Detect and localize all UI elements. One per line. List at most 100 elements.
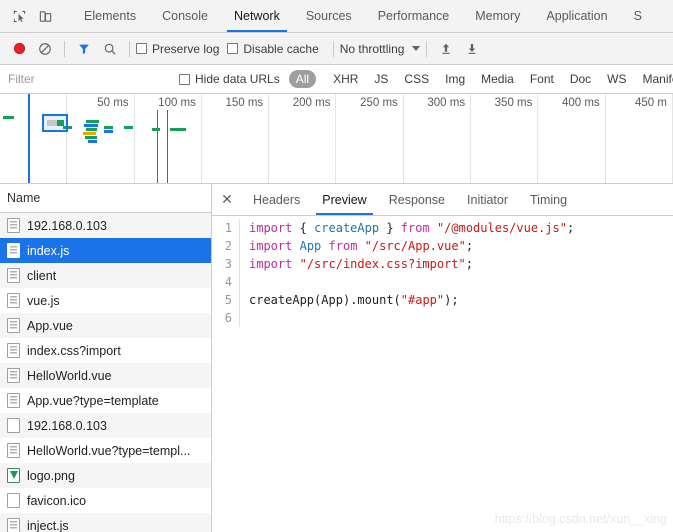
record-button[interactable] [6, 36, 32, 62]
line-number: 4 [212, 273, 240, 291]
export-har-button[interactable] [459, 36, 485, 62]
inspect-cursor-icon[interactable] [6, 3, 32, 29]
resource-type-all[interactable]: All [288, 70, 317, 88]
resource-type-media[interactable]: Media [474, 70, 521, 88]
resource-type-xhr[interactable]: XHR [326, 70, 365, 88]
overview-tick-label: 300 ms [427, 97, 466, 109]
tab-headers[interactable]: Headers [242, 184, 311, 215]
close-detail-button[interactable]: ✕ [212, 184, 242, 215]
tab-initiator[interactable]: Initiator [456, 184, 519, 215]
request-row[interactable]: client [0, 263, 211, 288]
request-row-selected[interactable]: index.js [0, 238, 211, 263]
request-row[interactable]: App.vue?type=template [0, 388, 211, 413]
hide-data-urls-label: Hide data URLs [195, 72, 280, 86]
search-icon [104, 43, 116, 55]
filter-toggle-button[interactable] [71, 36, 97, 62]
request-row[interactable]: logo.png [0, 463, 211, 488]
line-number: 3 [212, 255, 240, 273]
overview-tick-label: 350 ms [494, 97, 533, 109]
code-preview[interactable]: 1 import { createApp } from "/@modules/vu… [212, 216, 673, 532]
request-row[interactable]: HelloWorld.vue?type=templ... [0, 438, 211, 463]
download-arrow-icon [468, 43, 476, 54]
request-name: favicon.ico [27, 493, 87, 508]
filter-input[interactable] [0, 66, 171, 92]
tab-response[interactable]: Response [378, 184, 456, 215]
tab-label: Elements [84, 9, 137, 23]
import-har-button[interactable] [433, 36, 459, 62]
line-number: 1 [212, 219, 240, 237]
disable-cache-checkbox[interactable]: Disable cache [227, 42, 319, 56]
request-row[interactable]: favicon.ico [0, 488, 211, 513]
resource-type-css[interactable]: CSS [397, 70, 436, 88]
search-button[interactable] [97, 36, 123, 62]
code-token: createApp [249, 293, 315, 307]
request-list-pane: Name 192.168.0.103 index.js client vue.j… [0, 184, 212, 532]
request-name: HelloWorld.vue?type=templ... [27, 443, 191, 458]
blank-file-icon [7, 493, 20, 508]
clear-button[interactable] [32, 36, 58, 62]
detail-tab-label: Initiator [467, 192, 509, 207]
request-row[interactable]: HelloWorld.vue [0, 363, 211, 388]
request-row[interactable]: inject.js [0, 513, 211, 532]
request-list-header[interactable]: Name [0, 184, 211, 213]
request-row[interactable]: vue.js [0, 288, 211, 313]
device-toolbar-icon[interactable] [32, 3, 58, 29]
code-token: mount [357, 293, 394, 307]
tab-console[interactable]: Console [149, 0, 221, 32]
devtools-window: Elements Console Network Sources Perform… [0, 0, 673, 532]
resource-type-label: CSS [404, 72, 430, 86]
code-token: "/@modules/vue.js" [436, 221, 567, 235]
tab-timing[interactable]: Timing [519, 184, 578, 215]
resource-type-doc[interactable]: Doc [563, 70, 598, 88]
image-file-icon [7, 468, 20, 483]
tabbar-left-icons [0, 0, 71, 32]
overview-tick-label: 200 ms [292, 97, 331, 109]
resource-type-label: Media [481, 72, 514, 86]
resource-type-font[interactable]: Font [523, 70, 561, 88]
code-text: import App from "/src/App.vue"; [240, 237, 473, 255]
throttling-select[interactable]: No throttling [340, 42, 421, 56]
resource-type-label: Manife [642, 72, 673, 86]
code-token: "/src/index.css?import" [299, 257, 466, 271]
tab-network[interactable]: Network [221, 0, 293, 32]
network-timeline-overview[interactable]: 50 ms 100 ms 150 ms 200 ms 250 ms 300 ms… [0, 94, 673, 184]
code-text: import "/src/index.css?import"; [240, 255, 473, 273]
control-divider-3 [332, 40, 334, 57]
request-name: logo.png [27, 468, 75, 483]
line-number: 2 [212, 237, 240, 255]
tab-application[interactable]: Application [533, 0, 620, 32]
script-file-icon [7, 368, 20, 383]
request-name: HelloWorld.vue [27, 368, 112, 383]
tab-label: Network [233, 9, 280, 23]
request-row[interactable]: 192.168.0.103 [0, 213, 211, 238]
script-file-icon [7, 268, 20, 283]
resource-type-ws[interactable]: WS [600, 70, 633, 88]
resource-type-js[interactable]: JS [367, 70, 395, 88]
throttling-value: No throttling [339, 41, 405, 56]
tab-label: Sources [305, 9, 352, 23]
request-row[interactable]: App.vue [0, 313, 211, 338]
tab-performance[interactable]: Performance [365, 0, 463, 32]
tab-elements[interactable]: Elements [71, 0, 149, 32]
resource-type-img[interactable]: Img [438, 70, 472, 88]
request-name: client [27, 268, 57, 283]
resource-type-manifest[interactable]: Manife [636, 70, 673, 88]
tab-security[interactable]: S [621, 0, 655, 32]
request-name: vue.js [27, 293, 60, 308]
script-file-icon [7, 518, 20, 532]
request-row[interactable]: index.css?import [0, 338, 211, 363]
tab-sources[interactable]: Sources [293, 0, 365, 32]
request-list[interactable]: 192.168.0.103 index.js client vue.js App [0, 213, 211, 532]
request-row[interactable]: 192.168.0.103 [0, 413, 211, 438]
hide-data-urls-checkbox[interactable]: Hide data URLs [179, 72, 280, 86]
request-bar [104, 126, 113, 129]
code-token: from [328, 239, 358, 253]
tab-memory[interactable]: Memory [462, 0, 533, 32]
tab-preview[interactable]: Preview [311, 184, 377, 215]
preserve-log-checkbox[interactable]: Preserve log [136, 42, 219, 56]
